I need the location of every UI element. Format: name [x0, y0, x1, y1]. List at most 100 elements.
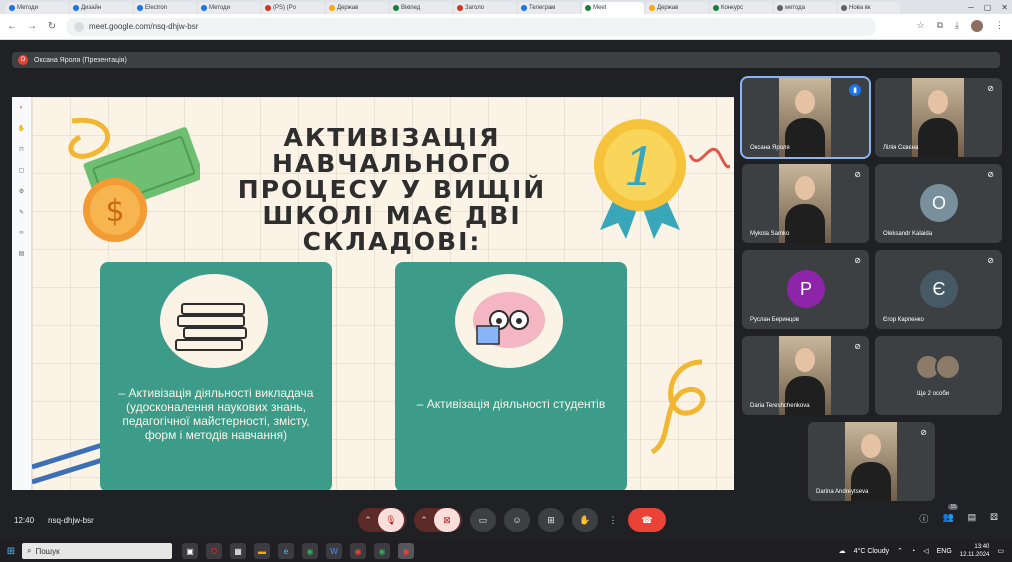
clipboard-icon[interactable]: ▤	[19, 250, 25, 257]
chevron-up-icon[interactable]: ⌃	[358, 515, 378, 526]
browser-tab[interactable]: метода	[774, 2, 836, 14]
presenter-label: Оксана Яроля (Презентація)	[34, 56, 127, 64]
menu-kebab-icon[interactable]: ⋮	[995, 20, 1004, 32]
browser-tab[interactable]: Заголо	[454, 2, 516, 14]
site-info-icon[interactable]	[74, 21, 84, 32]
participant-tile[interactable]: ⊘ Darina Andreytseva	[808, 422, 935, 501]
store-icon[interactable]: ▦	[230, 543, 246, 559]
books-icon	[175, 303, 247, 351]
chrome-profile-icon[interactable]: ◉	[350, 543, 366, 559]
participant-tile[interactable]: O ⊘ Oleksandr Kalaida	[875, 164, 1002, 243]
browser-tab[interactable]: Electron	[134, 2, 196, 14]
task-view-icon[interactable]: ▣	[182, 543, 198, 559]
tray-chevron-icon[interactable]: ⌃	[897, 547, 903, 555]
speaking-indicator-icon: ▮	[849, 84, 861, 96]
participant-name: Оксана Яроля	[750, 145, 790, 151]
pen-icon[interactable]: ✎	[19, 209, 24, 216]
emoji-button[interactable]: ☺	[504, 508, 530, 532]
participant-tile[interactable]: Р ⊘ Руслан Беринцов	[742, 250, 869, 329]
activities-icon[interactable]: ⚄	[990, 512, 998, 525]
browser-tab[interactable]: Вікіпед	[390, 2, 452, 14]
tab-label: Дизайн	[81, 5, 102, 11]
taskbar-clock[interactable]: 13:40 12.11.2024	[960, 543, 990, 559]
browser-tab[interactable]: Нова вк	[838, 2, 900, 14]
opera-icon[interactable]: O	[206, 543, 222, 559]
window-controls: ─ ▢ ✕	[968, 0, 1008, 14]
forward-icon[interactable]: →	[26, 21, 38, 32]
camera-off-icon[interactable]: ⊠	[434, 508, 460, 532]
mic-off-icon[interactable]: 🎙	[378, 508, 404, 532]
tab-label: Методи	[209, 5, 230, 11]
chrome-icon[interactable]: ◉	[302, 543, 318, 559]
minimize-icon[interactable]: ─	[968, 3, 974, 12]
card-teacher-text: – Активізація діяльності викладача (удос…	[118, 386, 314, 442]
more-options-button[interactable]: ⋮	[606, 508, 620, 532]
browser-tab[interactable]: Meet	[582, 2, 644, 14]
extensions-icon[interactable]: ⧉	[937, 20, 943, 32]
chrome-profile-2-icon[interactable]: ◉	[374, 543, 390, 559]
reload-icon[interactable]: ↻	[46, 21, 58, 32]
browser-tab[interactable]: Дизайн	[70, 2, 132, 14]
award-badge-icon: 1	[594, 119, 730, 239]
address-bar[interactable]: meet.google.com/nsq-dhjw-bsr	[66, 17, 876, 36]
notifications-icon[interactable]: ▭	[997, 547, 1004, 555]
taskbar-search[interactable]: ⌕ Пошук	[22, 543, 172, 559]
participant-tile[interactable]: ⊘ Mykola Samko	[742, 164, 869, 243]
chrome-active-icon[interactable]: ◉	[398, 543, 414, 559]
wifi-icon[interactable]: ◔	[911, 548, 915, 555]
star-icon[interactable]: ☆	[917, 20, 925, 32]
participant-tile[interactable]: Ще 2 особи	[875, 336, 1002, 415]
word-icon[interactable]: W	[326, 543, 342, 559]
tab-favicon-icon	[9, 5, 15, 11]
browser-tab[interactable]: Методи	[6, 2, 68, 14]
browser-tab[interactable]: Конкурс	[710, 2, 772, 14]
captions-button[interactable]: ▭	[470, 508, 496, 532]
explorer-icon[interactable]: ▬	[254, 543, 270, 559]
close-icon[interactable]: ✕	[1001, 3, 1008, 12]
volume-icon[interactable]: ◁	[923, 547, 928, 555]
camera-control[interactable]: ⌃ ⊠	[414, 508, 462, 532]
slide-editor-sidebar: ◐ ✋ ⊓ ▢ ⚙ ✎ ∞ ▤	[12, 97, 32, 490]
browser-tab[interactable]: Держав	[326, 2, 388, 14]
mic-control[interactable]: ⌃ 🎙	[358, 508, 406, 532]
edge-icon[interactable]: e	[278, 543, 294, 559]
chat-icon[interactable]: ▤	[968, 512, 977, 525]
windows-start-icon[interactable]: ⊞	[0, 546, 22, 557]
participant-tile[interactable]: Є ⊘ Єгор Карпенко	[875, 250, 1002, 329]
participant-tile[interactable]: ▮ Оксана Яроля	[740, 76, 871, 159]
more-participants-avatars	[915, 354, 961, 380]
presenter-avatar: О	[18, 55, 28, 65]
present-button[interactable]: ⊞	[538, 508, 564, 532]
mic-muted-icon: ⊘	[854, 170, 861, 179]
hand-tool-icon[interactable]: ✋	[18, 125, 25, 132]
badge-number: 1	[623, 138, 656, 198]
browser-tab[interactable]: Телеграм	[518, 2, 580, 14]
raise-hand-button[interactable]: ✋	[572, 508, 598, 532]
end-call-button[interactable]: ☎	[628, 508, 666, 532]
people-icon[interactable]: 👥 15	[942, 504, 958, 525]
participant-tile[interactable]: ⊘ Лілія Сєвєна	[875, 78, 1002, 157]
kebab-icon: ⋮	[608, 514, 618, 525]
gear-icon[interactable]: ⚙	[19, 188, 24, 195]
profile-avatar[interactable]	[971, 20, 983, 32]
mic-muted-icon: ⊘	[854, 342, 861, 351]
card-students: – Активізація діяльності студентів	[395, 262, 627, 490]
participant-tile[interactable]: ⊘ Daria Tereshchenkova	[742, 336, 869, 415]
maximize-icon[interactable]: ▢	[984, 3, 992, 12]
browser-tab[interactable]: Методи	[198, 2, 260, 14]
info-icon[interactable]: ⓘ	[919, 512, 928, 525]
language-indicator[interactable]: ENG	[937, 548, 952, 555]
chevron-up-icon[interactable]: ⌃	[414, 515, 434, 526]
link-icon[interactable]: ∞	[19, 230, 23, 236]
clock-time: 13:40	[974, 544, 990, 550]
bookmark-icon[interactable]: ⊓	[19, 146, 24, 153]
back-icon[interactable]: ←	[6, 21, 18, 32]
browser-tab[interactable]: (PS) (Po	[262, 2, 324, 14]
comment-icon[interactable]: ▢	[19, 167, 25, 174]
slide-title: АКТИВІЗАЦІЯ НАВЧАЛЬНОГО ПРОЦЕСУ У ВИЩІЙ …	[237, 123, 547, 256]
tab-favicon-icon	[777, 5, 783, 11]
download-icon[interactable]: ⤓	[955, 20, 959, 32]
browser-tab[interactable]: Держав	[646, 2, 708, 14]
tab-favicon-icon	[393, 5, 399, 11]
hand-icon: ✋	[579, 514, 591, 525]
